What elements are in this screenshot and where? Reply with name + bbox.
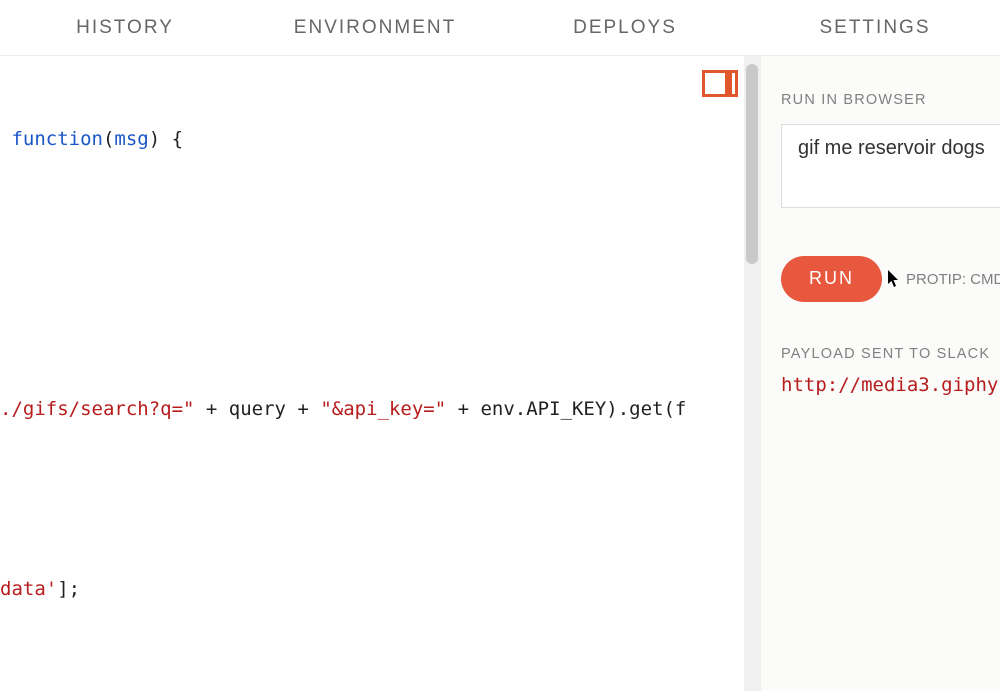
tab-deploys[interactable]: DEPLOYS — [500, 0, 750, 56]
str-apikey: "&api_key=" — [320, 398, 446, 420]
protip-text: PROTIP: CMD — [906, 271, 1000, 288]
panel-toggle-bar — [725, 73, 732, 94]
code-text: + query + — [194, 398, 320, 420]
code-text: + env.API_KEY).get(f — [446, 398, 686, 420]
code-text: ( — [103, 128, 114, 150]
run-button[interactable]: RUN — [781, 256, 882, 302]
editor-scrollbar-track — [744, 56, 760, 691]
kw-function: function — [11, 128, 103, 150]
run-command-input[interactable] — [781, 124, 1000, 208]
code-text: ) { — [149, 128, 183, 150]
tab-settings[interactable]: SETTINGS — [750, 0, 1000, 56]
param-msg: msg — [114, 128, 148, 150]
code-editor-pane: function(msg) { ./gifs/search?q=" + quer… — [0, 56, 760, 691]
str-url: ./gifs/search?q=" — [0, 398, 194, 420]
payload-heading: PAYLOAD SENT TO SLACK — [781, 346, 1000, 362]
run-row: RUN PROTIP: CMD — [781, 256, 1000, 302]
toggle-side-panel-icon[interactable] — [702, 70, 738, 97]
str-data: data' — [0, 578, 57, 600]
side-panel: RUN IN BROWSER RUN PROTIP: CMD PAYLOAD S… — [760, 56, 1000, 691]
code-text: ]; — [57, 578, 80, 600]
code-editor[interactable]: function(msg) { ./gifs/search?q=" + quer… — [0, 64, 760, 691]
payload-url: http://media3.giphy — [781, 374, 1000, 396]
editor-scrollbar-thumb[interactable] — [746, 64, 758, 264]
run-in-browser-heading: RUN IN BROWSER — [781, 92, 1000, 108]
tab-environment[interactable]: ENVIRONMENT — [250, 0, 500, 56]
tab-bar: HISTORY ENVIRONMENT DEPLOYS SETTINGS — [0, 0, 1000, 56]
tab-history[interactable]: HISTORY — [0, 0, 250, 56]
